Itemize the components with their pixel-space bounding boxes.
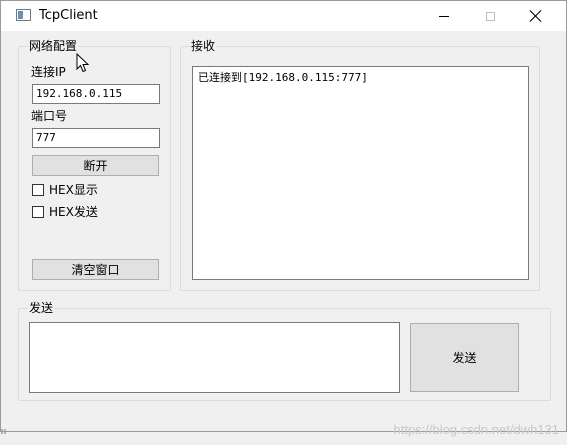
ip-input[interactable]: 192.168.0.115 xyxy=(32,84,160,104)
receive-title: 接收 xyxy=(190,39,217,53)
send-group: 发送 发送 xyxy=(18,301,551,401)
app-window-icon xyxy=(16,9,31,21)
port-label: 端口号 xyxy=(31,109,68,123)
minimize-button[interactable] xyxy=(421,1,467,31)
network-config-title: 网络配置 xyxy=(28,39,79,53)
receive-textarea[interactable]: 已连接到[192.168.0.115:777] xyxy=(192,66,529,280)
send-title: 发送 xyxy=(28,301,55,315)
hex-send-checkbox[interactable] xyxy=(32,206,44,218)
maximize-icon xyxy=(485,11,495,21)
receive-group: 接收 已连接到[192.168.0.115:777] xyxy=(180,39,540,291)
watermark-text: https://blog.csdn.net/dwh131 xyxy=(393,422,559,437)
close-icon xyxy=(529,9,543,23)
disconnect-button[interactable]: 断开 xyxy=(32,155,159,176)
hex-send-label: HEX发送 xyxy=(49,205,98,219)
ip-label: 连接IP xyxy=(31,65,66,79)
minimize-icon xyxy=(439,15,449,17)
close-button[interactable] xyxy=(513,1,559,31)
network-config-group: 网络配置 连接IP 192.168.0.115 端口号 777 断开 HEX显示… xyxy=(18,39,171,291)
clear-window-button[interactable]: 清空窗口 xyxy=(32,259,159,280)
port-input[interactable]: 777 xyxy=(32,128,160,148)
title-bar[interactable]: TcpClient xyxy=(1,1,566,31)
mouse-cursor-icon xyxy=(76,53,90,73)
resize-grip-icon[interactable] xyxy=(0,428,8,436)
hex-display-label: HEX显示 xyxy=(49,183,98,197)
send-textarea[interactable] xyxy=(29,322,400,393)
maximize-button[interactable] xyxy=(467,1,513,31)
receive-content: 已连接到[192.168.0.115:777] xyxy=(198,71,368,84)
tcpclient-window: TcpClient 网络配置 连接IP 192.168.0.115 端口号 77… xyxy=(0,0,567,432)
hex-display-checkbox[interactable] xyxy=(32,184,44,196)
send-button[interactable]: 发送 xyxy=(410,323,519,392)
window-title: TcpClient xyxy=(39,8,98,23)
